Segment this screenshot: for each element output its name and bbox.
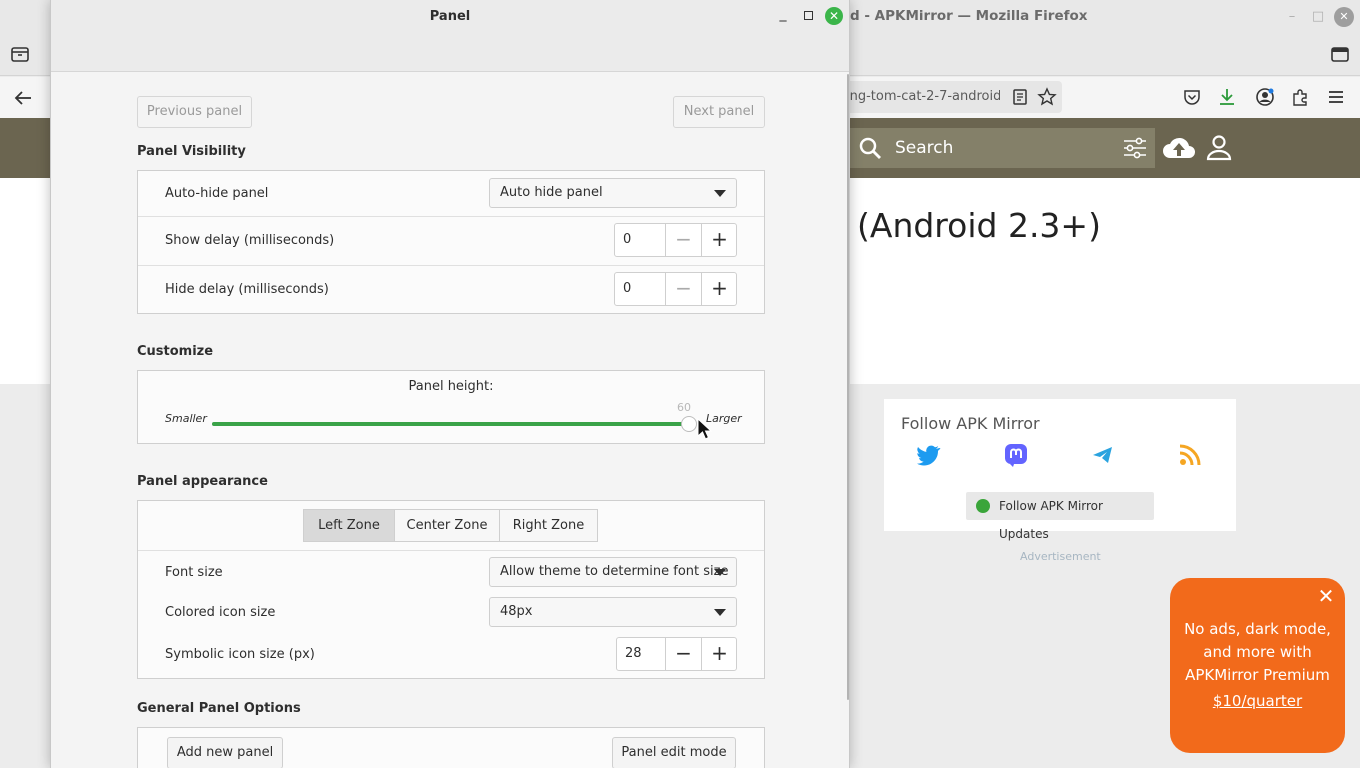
browser-close-button[interactable]: ✕ [1334,7,1354,27]
slider-handle[interactable] [681,416,697,432]
show-delay-increment-button[interactable]: + [701,224,737,256]
slider-value-label: 60 [677,401,691,414]
close-icon[interactable]: ✕ [1316,586,1336,606]
downloads-icon[interactable] [1217,87,1237,107]
site-search-box[interactable]: Search [850,128,1155,168]
dropdown-arrow-icon [714,609,726,616]
general-frame: Add new panel Panel edit mode [137,727,765,768]
tab-overview-icon[interactable] [10,44,30,64]
tab-left-zone-label: Left Zone [318,518,380,533]
mastodon-icon[interactable] [1002,441,1030,469]
next-panel-button[interactable]: Next panel [673,96,765,128]
add-new-panel-button[interactable]: Add new panel [167,737,283,768]
autohide-value: Auto hide panel [500,185,603,200]
follow-updates-label: Follow APK Mirror Updates [999,499,1103,541]
dialog-title: Panel [429,9,471,24]
font-size-label: Font size [165,565,223,580]
font-size-dropdown[interactable]: Allow theme to determine font size [489,557,737,587]
promo-price-link[interactable]: $10/quarter [1170,692,1345,710]
pocket-icon[interactable] [1182,87,1202,107]
rss-icon[interactable] [1176,441,1204,469]
visibility-section-title: Panel Visibility [137,144,246,159]
browser-maximize-button[interactable]: □ [1308,7,1328,27]
slider-min-label: Smaller [165,412,207,425]
customize-section-title: Customize [137,344,214,359]
show-delay-decrement-button[interactable]: − [665,224,701,256]
dropdown-arrow-icon [714,569,726,576]
dropdown-arrow-icon [714,190,726,197]
hamburger-menu-icon[interactable] [1326,87,1346,107]
upload-cloud-icon[interactable] [1162,134,1196,162]
row-divider [138,216,764,217]
font-size-value: Allow theme to determine font size [500,564,729,579]
customize-frame: Panel height: Smaller Larger 60 [137,370,765,444]
colored-icon-size-dropdown[interactable]: 48px [489,597,737,627]
close-button[interactable]: ✕ [825,7,843,25]
advertisement-label: Advertisement [1020,550,1101,563]
back-arrow-icon[interactable] [12,87,34,109]
article-headline: (Android 2.3+) [857,206,1101,245]
slider-fill [212,422,689,426]
panel-settings-dialog: Panel _ ✕ Previous panel Next panel Pane… [50,0,850,768]
symbolic-icon-size-label: Symbolic icon size (px) [165,647,315,662]
symbolic-icon-size-spinner[interactable]: 28 − + [616,637,737,671]
maximize-button[interactable] [804,11,813,20]
general-section-title: General Panel Options [137,701,301,716]
panel-edit-mode-button[interactable]: Panel edit mode [612,737,736,768]
symbolic-icon-increment-button[interactable]: + [701,638,737,670]
browser-minimize-button[interactable]: – [1282,7,1302,27]
autohide-label: Auto-hide panel [165,186,269,201]
autohide-dropdown[interactable]: Auto hide panel [489,178,737,208]
filter-sliders-icon[interactable] [1122,136,1148,160]
colored-icon-size-label: Colored icon size [165,605,276,620]
symbolic-icon-size-value[interactable]: 28 [625,646,642,661]
search-placeholder: Search [895,138,954,158]
hide-delay-spinner[interactable]: 0 − + [614,272,737,306]
hide-delay-increment-button[interactable]: + [701,273,737,305]
follow-updates-button[interactable]: Follow APK Mirror Updates [966,492,1154,541]
dialog-headerbar: Panel _ ✕ [51,0,849,72]
tab-left-zone[interactable]: Left Zone [303,509,395,542]
scrollbar[interactable] [847,74,849,700]
follow-card: Follow APK Mirror Follow APK Mirror Upda… [884,399,1236,541]
account-icon[interactable] [1255,87,1275,107]
hide-delay-label: Hide delay (milliseconds) [165,282,329,297]
telegram-icon[interactable] [1089,441,1117,469]
premium-promo-popup: ✕ No ads, dark mode, and more with APKMi… [1170,578,1345,753]
twitter-icon[interactable] [915,441,943,469]
feedly-icon [976,499,990,513]
symbolic-icon-decrement-button[interactable]: − [665,638,701,670]
show-delay-value[interactable]: 0 [623,232,631,247]
show-delay-label: Show delay (milliseconds) [165,233,335,248]
hide-delay-decrement-button[interactable]: − [665,273,701,305]
tab-right-zone-label: Right Zone [512,518,585,533]
tab-center-zone-label: Center Zone [406,518,488,533]
visibility-frame: Auto-hide panel Auto hide panel Show del… [137,170,765,314]
promo-text: No ads, dark mode, and more with APKMirr… [1184,620,1331,684]
extensions-icon[interactable] [1290,87,1310,107]
previous-panel-button[interactable]: Previous panel [137,96,252,128]
mouse-cursor-icon [697,417,713,440]
appearance-section-title: Panel appearance [137,474,268,489]
tab-center-zone[interactable]: Center Zone [394,509,500,542]
url-text[interactable]: ing-tom-cat-2-7-android [846,89,1000,104]
bookmark-star-icon[interactable] [1037,87,1057,107]
show-delay-spinner[interactable]: 0 − + [614,223,737,257]
user-profile-icon[interactable] [1206,134,1232,162]
tab-right-zone[interactable]: Right Zone [499,509,598,542]
panel-height-label: Panel height: [408,379,494,394]
follow-card-title: Follow APK Mirror [901,414,1040,433]
browser-window-title: d - APKMirror — Mozilla Firefox [850,8,1088,24]
appearance-frame: Left Zone Center Zone Right Zone Font si… [137,500,765,679]
hide-delay-value[interactable]: 0 [623,281,631,296]
colored-icon-size-value: 48px [500,604,533,619]
minimize-button[interactable]: _ [775,6,791,26]
list-all-tabs-icon[interactable] [1330,44,1350,64]
row-divider [138,265,764,266]
row-divider [138,550,764,551]
panel-height-slider[interactable] [212,416,697,432]
reader-view-icon[interactable] [1010,87,1030,107]
search-icon [859,137,881,159]
